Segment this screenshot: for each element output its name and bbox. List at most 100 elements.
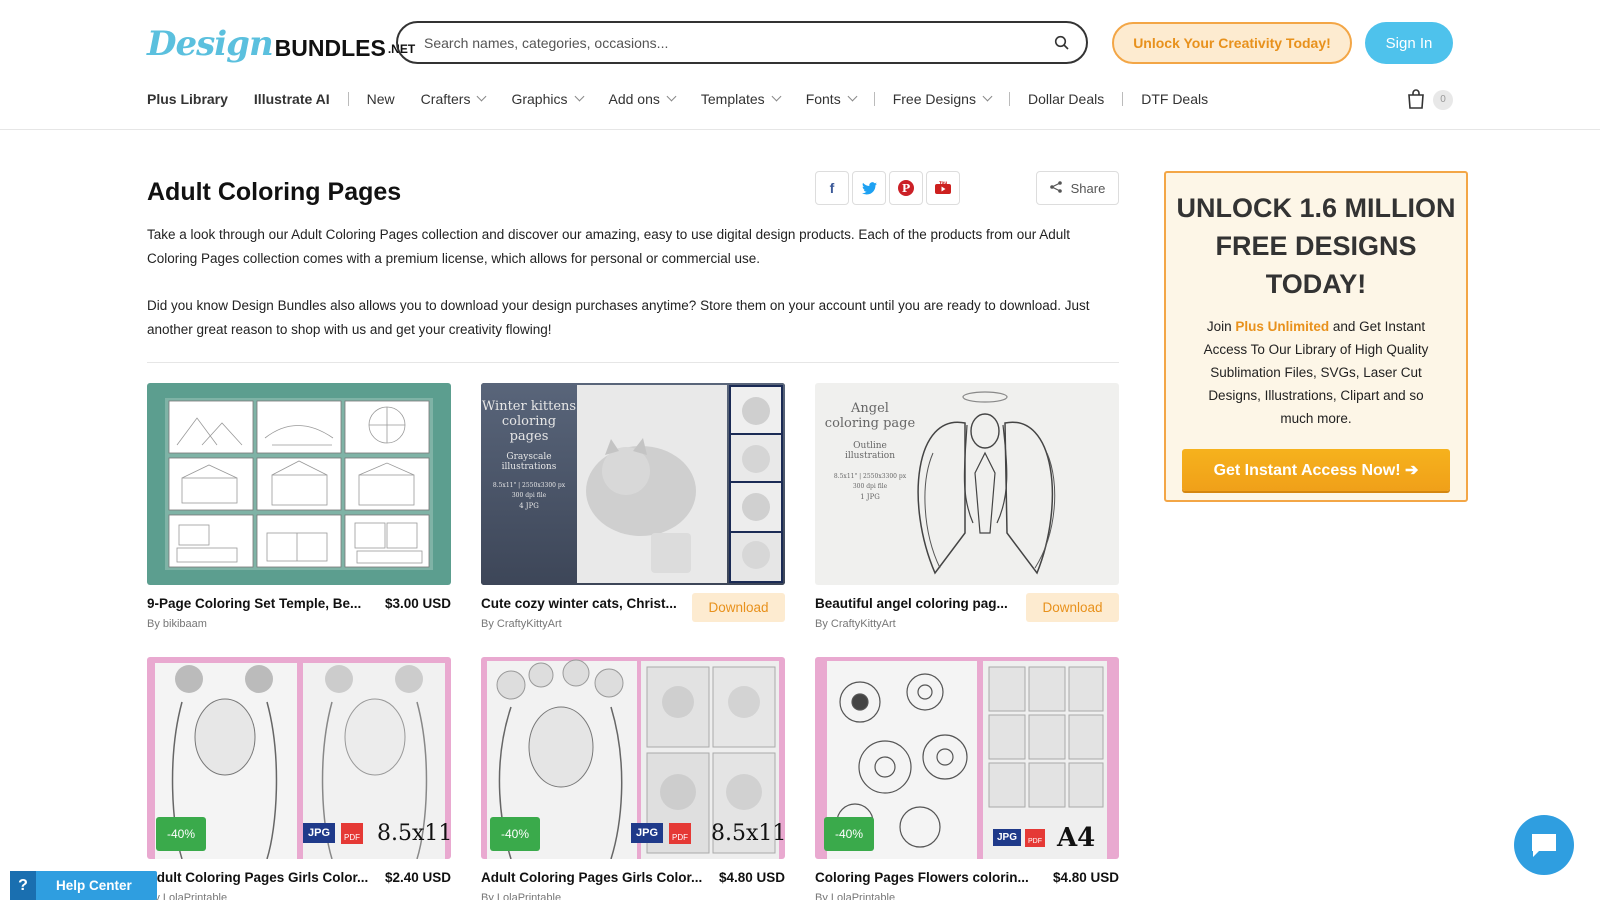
nav-label: Graphics [511, 91, 568, 107]
logo-word: BUNDLES [274, 35, 386, 61]
nav-dtf-deals[interactable]: DTF Deals [1141, 91, 1208, 107]
product-info: Cute cozy winter cats, Christ... Downloa… [481, 592, 785, 640]
product-price: $3.00 USD [384, 596, 451, 611]
product-author[interactable]: By CraftyKittyArt [815, 618, 896, 630]
caption-line: 300 dpi file [511, 492, 547, 499]
social-buttons: f P You [815, 171, 963, 205]
chevron-down-icon [477, 91, 487, 101]
product-card[interactable]: Winter kittens coloring pages Grayscale … [481, 383, 785, 640]
caption-line: illustrations [501, 462, 557, 472]
discount-badge: -40% [156, 817, 206, 851]
product-info: Beautiful angel coloring pag... Download… [815, 592, 1119, 640]
product-author[interactable]: By CraftyKittyArt [481, 618, 562, 630]
share-button[interactable]: Share [1036, 171, 1119, 205]
product-info: Adult Coloring Pages Girls Color... $2.4… [147, 866, 451, 900]
product-card[interactable]: -40% JPG PDF 8.5x11" Adult Coloring Page… [147, 657, 451, 900]
page-size-label: 8.5x11" [377, 821, 451, 846]
caption-line: 300 dpi file [852, 483, 888, 490]
chevron-down-icon [666, 91, 677, 101]
nav-label: New [366, 91, 395, 107]
nav-crafters[interactable]: Crafters [420, 91, 487, 107]
chevron-down-icon [982, 91, 993, 101]
chevron-down-icon [574, 91, 584, 101]
cart-icon[interactable] [1405, 88, 1427, 110]
pinterest-icon[interactable]: P [889, 171, 923, 205]
nav-templates[interactable]: Templates [701, 91, 782, 107]
download-button[interactable]: Download [692, 593, 785, 622]
discount-badge: -40% [824, 817, 874, 851]
product-author[interactable]: By LolaPrintable [481, 892, 561, 900]
product-price: $2.40 USD [384, 870, 451, 885]
pdf-file-icon: PDF [669, 823, 691, 844]
promo-text-before: Join [1206, 319, 1236, 334]
logo-script: Design [147, 24, 274, 64]
product-card[interactable]: 9-Page Coloring Set Temple, Be... $3.00 … [147, 383, 451, 640]
page-size-label: A4 [1057, 823, 1096, 853]
search-icon[interactable] [1054, 35, 1070, 51]
twitter-icon[interactable] [852, 171, 886, 205]
nav-dollar-deals[interactable]: Dollar Deals [1028, 91, 1104, 107]
product-title[interactable]: 9-Page Coloring Set Temple, Be... [147, 596, 361, 611]
product-title[interactable]: Beautiful angel coloring pag... [815, 596, 1008, 611]
nav-label: DTF Deals [1141, 91, 1209, 107]
jpg-file-icon: JPG [303, 823, 336, 843]
product-card[interactable]: -40% JPG PDF 8.5x11" Adult Coloring Page… [481, 657, 785, 900]
nav-label: Add ons [608, 91, 660, 107]
product-thumbnail[interactable]: -40% JPG PDF 8.5x11" [147, 657, 451, 859]
product-author[interactable]: By LolaPrintable [147, 892, 227, 900]
product-info: Adult Coloring Pages Girls Color... $4.8… [481, 866, 785, 900]
nav-divider [1122, 92, 1124, 106]
product-title[interactable]: Adult Coloring Pages Girls Color... [147, 870, 368, 885]
chat-bubble-icon [1532, 834, 1556, 857]
promo-text-after: and Get Instant Access To Our Library of… [1203, 319, 1429, 426]
page-title: Adult Coloring Pages [147, 178, 402, 206]
unlock-creativity-button[interactable]: Unlock Your Creativity Today! [1112, 22, 1352, 64]
nav-plus-library[interactable]: Plus Library [147, 91, 228, 107]
pdf-file-icon: PDF [341, 823, 363, 844]
product-thumbnail[interactable]: -40% JPG PDF 8.5x11" [481, 657, 785, 859]
product-card[interactable]: -40% JPG PDF A4 Coloring Pages Flowers c… [815, 657, 1119, 900]
sign-in-button[interactable]: Sign In [1365, 22, 1453, 64]
main-nav: Plus Library Illustrate AI New Crafters … [147, 86, 1234, 112]
pdf-file-icon: PDF [1025, 829, 1045, 847]
nav-fonts[interactable]: Fonts [806, 91, 858, 107]
product-author[interactable]: By bikibaam [147, 618, 207, 630]
plus-unlimited-link[interactable]: Plus Unlimited [1235, 319, 1329, 334]
product-thumbnail[interactable] [147, 383, 451, 585]
caption-line: illustration [844, 451, 896, 461]
product-price: $4.80 USD [1052, 870, 1119, 885]
nav-add-ons[interactable]: Add ons [608, 91, 677, 107]
product-info: 9-Page Coloring Set Temple, Be... $3.00 … [147, 592, 451, 640]
download-description: Did you know Design Bundles also allows … [147, 298, 1090, 337]
get-instant-access-button[interactable]: Get Instant Access Now! ➔ [1182, 449, 1450, 491]
jpg-file-icon: JPG [631, 823, 664, 843]
product-thumbnail[interactable]: Winter kittens coloring pages Grayscale … [481, 383, 785, 585]
chat-button[interactable] [1514, 815, 1574, 875]
download-button[interactable]: Download [1026, 593, 1119, 622]
nav-label: Crafters [420, 91, 471, 107]
logo[interactable]: Design BUNDLES .NET [147, 20, 415, 64]
nav-free-designs[interactable]: Free Designs [893, 91, 993, 107]
product-thumbnail[interactable]: Angel coloring page Outline illustration… [815, 383, 1119, 585]
facebook-icon[interactable]: f [815, 171, 849, 205]
product-author[interactable]: By LolaPrintable [815, 892, 895, 900]
nav-illustrate-ai[interactable]: Illustrate AI [254, 91, 330, 107]
caption-line: coloring page [824, 416, 916, 431]
caption-line: Winter kittens [481, 399, 577, 414]
product-title[interactable]: Adult Coloring Pages Girls Color... [481, 870, 702, 885]
search-input[interactable] [424, 34, 1054, 51]
nav-new[interactable]: New [367, 91, 395, 107]
product-title[interactable]: Cute cozy winter cats, Christ... [481, 596, 677, 611]
caption-line: Grayscale [506, 452, 552, 462]
caption-line: 1 JPG [860, 493, 880, 501]
caption-line: Outline [853, 441, 887, 451]
product-thumbnail[interactable]: -40% JPG PDF A4 [815, 657, 1119, 859]
youtube-icon[interactable]: You [926, 171, 960, 205]
help-center-button[interactable]: ? Help Center [10, 871, 157, 900]
product-title[interactable]: Coloring Pages Flowers colorin... [815, 870, 1029, 885]
nav-graphics[interactable]: Graphics [511, 91, 584, 107]
caption-line: 4 JPG [519, 502, 539, 510]
caption-line: Angel [851, 401, 889, 416]
nav-label: Illustrate AI [253, 91, 330, 107]
product-card[interactable]: Angel coloring page Outline illustration… [815, 383, 1119, 640]
